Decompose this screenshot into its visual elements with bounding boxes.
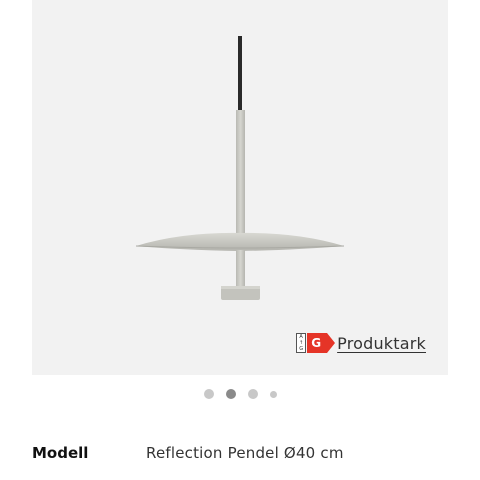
spec-row-model: Modell Reflection Pendel Ø40 cm [32,444,448,462]
energy-scale: A ↑ G [296,333,307,353]
carousel-pagination [0,389,480,399]
energy-class-badge: G [307,333,336,353]
carousel-dot-3[interactable] [247,389,258,399]
carousel-dot-4[interactable] [269,390,277,398]
spec-label: Modell [32,444,89,462]
energy-label-icon: A ↑ G G [296,333,336,353]
product-image-panel[interactable]: A ↑ G G Produktark [32,0,448,375]
upper-stem [236,110,245,234]
scale-bottom-letter: G [299,346,304,352]
produktark-label[interactable]: Produktark [337,334,426,353]
product-image-pendant-lamp [135,36,345,300]
spec-value: Reflection Pendel Ø40 cm [146,444,344,462]
carousel-dot-1[interactable] [203,389,214,399]
cable [238,36,242,112]
carousel-dot-2-active[interactable] [225,389,236,399]
produktark-link[interactable]: A ↑ G G Produktark [296,333,426,353]
lower-stem [236,250,245,288]
